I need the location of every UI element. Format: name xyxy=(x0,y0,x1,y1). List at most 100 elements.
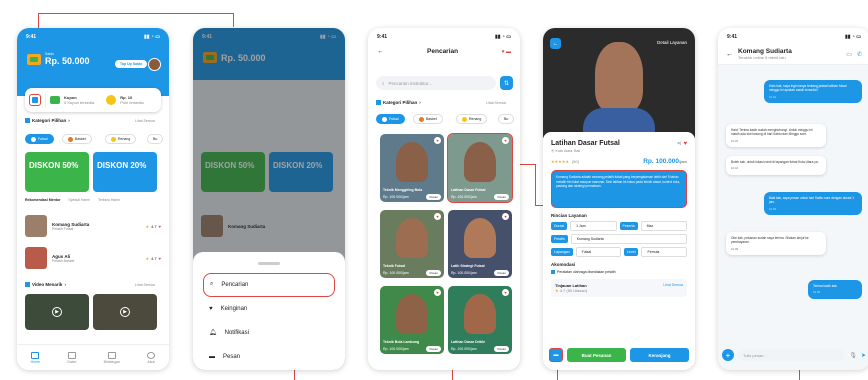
order-button[interactable]: Pesan xyxy=(494,346,509,352)
location-icon: ⦿ xyxy=(551,149,555,153)
video-thumbnail[interactable]: ▶ xyxy=(93,294,157,330)
star-icon: ★★★★★ xyxy=(551,159,569,164)
nav-bimbingan[interactable]: Bimbingan xyxy=(104,351,120,364)
heart-icon[interactable]: ♥ xyxy=(159,224,161,229)
menu-item-wishlist[interactable]: ♥ Keinginan xyxy=(203,297,335,321)
chip-renang[interactable]: Renang xyxy=(456,114,488,124)
promo-banner[interactable]: DISKON 20% xyxy=(93,152,157,192)
price: Rp. 100.000/jam xyxy=(643,158,687,165)
chip-futsal[interactable]: Futsal xyxy=(25,134,54,144)
back-arrow-icon[interactable]: ← xyxy=(550,38,561,49)
chip-more[interactable]: Bu xyxy=(498,114,515,124)
chat-icon: ▬ xyxy=(553,352,559,358)
menu-item-notification[interactable]: 🔔︎ Notifikasi xyxy=(203,321,335,345)
filter-button[interactable]: ⇅ xyxy=(500,76,513,90)
see-all-link[interactable]: Lihat Semua xyxy=(486,101,506,105)
order-button[interactable]: Pesan xyxy=(426,346,441,352)
heart-icon[interactable]: ♥ xyxy=(502,289,509,296)
menu-grid-icon[interactable] xyxy=(29,94,41,106)
phone-icon[interactable]: ✆ xyxy=(857,51,862,58)
menu-item-messages[interactable]: ▬ Pesan xyxy=(203,345,335,369)
video-thumbnail[interactable]: ▶ xyxy=(25,294,89,330)
search-icon: ⌕ xyxy=(382,80,385,86)
order-button[interactable]: Buat Pesanan xyxy=(567,348,626,362)
service-card[interactable]: ♥ Latihan Dasar Drible Rp. 100.000/jam Pesa… xyxy=(448,286,512,354)
nav-akun[interactable]: Akun xyxy=(147,351,156,364)
service-card[interactable]: ♥ Teknik Bola Lambung Rp. 100.000/jam Pesan xyxy=(380,286,444,354)
balance-label: Saldo xyxy=(45,52,54,56)
annotation-line xyxy=(233,13,234,27)
header-icons[interactable]: ♥ ▬ xyxy=(502,49,511,55)
heart-icon[interactable]: ♥ xyxy=(434,137,441,144)
heart-icon[interactable]: ♥ xyxy=(434,289,441,296)
tab-rekomendasi[interactable]: Rekomendasi Mentor xyxy=(25,198,60,202)
see-all-link[interactable]: Lihat Semua xyxy=(135,283,155,287)
back-arrow-icon[interactable]: ← xyxy=(377,48,384,55)
chat-button[interactable]: ▬ xyxy=(549,348,563,362)
list-item[interactable]: Komang Sudiarta Pelatih Futsal ★ 4.7 ♥ xyxy=(25,213,161,239)
see-all-link[interactable]: Lihat Semua xyxy=(135,119,155,123)
menu-item-search[interactable]: ⌕ Pencarian xyxy=(203,272,335,297)
avatar[interactable] xyxy=(148,58,161,71)
promo-banner[interactable]: DISKON 50% xyxy=(25,152,89,192)
nav-home[interactable]: Home xyxy=(31,351,40,364)
chat-screen: 9:41 ▮▮ ◔ ▭ ← Komang Sudiarta Terakhir onl… xyxy=(718,28,868,370)
video-title: Video Menarik › xyxy=(25,282,66,287)
recommend-tabs: Rekomendasi Mentor Spesial Harini Terbar… xyxy=(25,198,120,202)
review-card[interactable]: Tinjauan Latihan ★ 4.7 (50 Ulasan) Lihat … xyxy=(551,279,687,297)
chip-more[interactable]: Bu xyxy=(147,134,164,144)
chip-futsal[interactable]: Futsal xyxy=(376,114,405,124)
share-icon[interactable]: ⋖ xyxy=(677,141,682,147)
home-header: 9:41 ▮▮ ◔ ▭ Saldo Rp. 50.000 Top Up Saldo xyxy=(17,28,169,96)
heart-icon[interactable]: ♥ xyxy=(159,256,161,261)
order-button[interactable]: Pesan xyxy=(426,270,441,276)
star-icon: ★ xyxy=(145,255,150,261)
send-icon[interactable]: ➤ xyxy=(861,352,866,359)
service-card[interactable]: ♥ Teknik Menggiring Bola Rp. 100.000/jam Pe… xyxy=(380,134,444,202)
message-input[interactable]: Tulis pesan... xyxy=(738,349,846,361)
tab-spesial[interactable]: Spesial Harini xyxy=(68,198,90,202)
topup-button[interactable]: Top Up Saldo xyxy=(115,60,148,68)
order-button[interactable]: Pesan xyxy=(494,194,509,200)
coupon-card[interactable]: Kupon 0 Kupon tersedia xyxy=(64,95,94,105)
balance-block[interactable]: Saldo Rp. 50.000 xyxy=(27,52,90,66)
heart-icon[interactable]: ♥ xyxy=(683,141,687,147)
message-sent: Baik kak, saya pesan untuk hari Sabtu so… xyxy=(764,192,862,215)
back-arrow-icon[interactable]: ← xyxy=(726,51,733,58)
star-icon: ★ xyxy=(145,223,150,229)
order-button[interactable]: Pesan xyxy=(494,270,509,276)
service-card[interactable]: ♥ Latihan Dasar Futsal Rp. 100.000/jam Pesa… xyxy=(447,133,513,203)
search-input[interactable]: ⌕ Pencarian instruktur... xyxy=(376,76,496,90)
heart-icon[interactable]: ♥ xyxy=(502,213,509,220)
chip-basket[interactable]: Basket xyxy=(62,134,92,144)
video-call-icon[interactable]: ▭ xyxy=(846,51,852,58)
service-card[interactable]: ♥ Teknik Futsal Rp. 100.000/jam Pesan xyxy=(380,210,444,278)
add-attachment-button[interactable]: + xyxy=(722,349,734,361)
section-title: Rincian Layanan xyxy=(551,213,587,218)
heart-icon[interactable]: ♥ xyxy=(434,213,441,220)
nav-galeri[interactable]: Galeri xyxy=(67,351,76,364)
heart-icon[interactable]: ♥ xyxy=(502,137,509,144)
play-icon: ▶ xyxy=(52,307,62,317)
chip-renang[interactable]: Renang xyxy=(105,134,137,144)
see-all-link[interactable]: Lihat Semua xyxy=(663,283,683,293)
coin-icon xyxy=(106,95,117,105)
gallery-icon xyxy=(67,351,76,359)
coupon-icon xyxy=(50,96,60,104)
mic-icon[interactable]: 🎙︎ xyxy=(849,352,857,359)
service-card[interactable]: ♥ Latih Strategi Futsal Rp. 100.000/jam Pes… xyxy=(448,210,512,278)
sheet-handle[interactable] xyxy=(258,262,280,265)
message-composer: + Tulis pesan... 🎙︎ ➤ xyxy=(722,348,866,362)
list-item[interactable]: Agus Ali Pelatih Basket ★ 4.7 ♥ xyxy=(25,245,161,271)
message-received: Boleh kak, untuk lokasi nanti di lapanga… xyxy=(726,156,826,175)
play-icon: ▶ xyxy=(120,307,130,317)
message-sent: Terima kasih kak 10.09 xyxy=(808,280,862,299)
cart-button[interactable]: Keranjang xyxy=(630,348,689,362)
category-title: Kategori Pilihan › xyxy=(25,118,70,123)
annotation-line xyxy=(38,13,234,14)
order-button[interactable]: Pesan xyxy=(426,194,441,200)
chip-basket[interactable]: Basket xyxy=(413,114,443,124)
user-icon xyxy=(147,351,156,359)
points-card[interactable]: Rp. 10 Poin tersedia xyxy=(120,95,143,105)
tab-terbaru[interactable]: Terbaru Harini xyxy=(98,198,120,202)
